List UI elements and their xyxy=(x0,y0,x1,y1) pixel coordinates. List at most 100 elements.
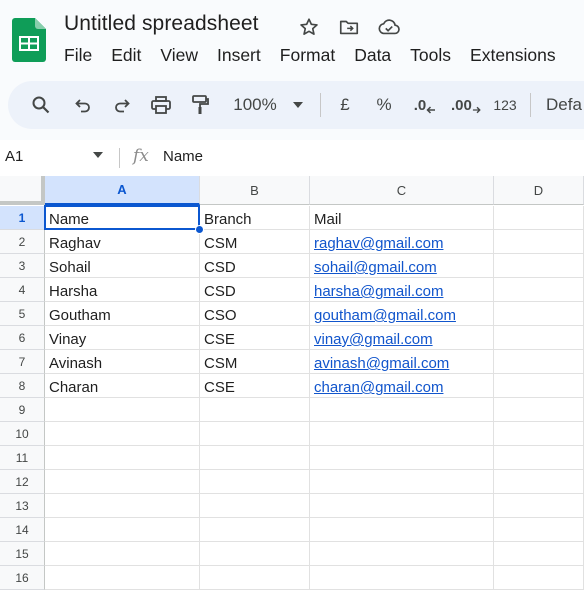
cell-c1[interactable]: Mail xyxy=(310,206,494,230)
cell-a1[interactable]: Name xyxy=(45,206,200,230)
row-header-13[interactable]: 13 xyxy=(0,494,45,518)
cell-d1[interactable] xyxy=(494,206,584,230)
star-icon[interactable] xyxy=(296,14,322,40)
cell-c4[interactable]: harsha@gmail.com xyxy=(310,278,494,302)
format-percent-button[interactable]: % xyxy=(372,81,396,129)
cell-c6[interactable]: vinay@gmail.com xyxy=(310,326,494,350)
cell-a2[interactable]: Raghav xyxy=(45,230,200,254)
cell-d13[interactable] xyxy=(494,494,584,518)
cell-b15[interactable] xyxy=(200,542,310,566)
cell-a15[interactable] xyxy=(45,542,200,566)
row-header-16[interactable]: 16 xyxy=(0,566,45,590)
row-header-5[interactable]: 5 xyxy=(0,302,45,326)
cell-a9[interactable] xyxy=(45,398,200,422)
menu-view[interactable]: View xyxy=(160,45,198,66)
cell-c2[interactable]: raghav@gmail.com xyxy=(310,230,494,254)
cell-a16[interactable] xyxy=(45,566,200,590)
cell-c13[interactable] xyxy=(310,494,494,518)
row-header-3[interactable]: 3 xyxy=(0,254,45,278)
cell-d9[interactable] xyxy=(494,398,584,422)
column-header-d[interactable]: D xyxy=(494,176,584,205)
more-formats-button[interactable]: 123 xyxy=(490,81,520,129)
cell-d12[interactable] xyxy=(494,470,584,494)
zoom-dropdown-icon[interactable] xyxy=(290,81,306,129)
cell-a11[interactable] xyxy=(45,446,200,470)
decrease-decimal-button[interactable]: .0 xyxy=(411,81,439,129)
undo-icon[interactable] xyxy=(70,81,96,129)
cell-d4[interactable] xyxy=(494,278,584,302)
cell-b10[interactable] xyxy=(200,422,310,446)
cell-b5[interactable]: CSO xyxy=(200,302,310,326)
cell-c9[interactable] xyxy=(310,398,494,422)
document-title[interactable]: Untitled spreadsheet xyxy=(64,12,259,36)
menu-edit[interactable]: Edit xyxy=(111,45,141,66)
cell-a14[interactable] xyxy=(45,518,200,542)
font-select[interactable]: Defa xyxy=(546,81,584,129)
menu-file[interactable]: File xyxy=(64,45,92,66)
cell-b1[interactable]: Branch xyxy=(200,206,310,230)
cell-b9[interactable] xyxy=(200,398,310,422)
cell-b4[interactable]: CSD xyxy=(200,278,310,302)
menu-insert[interactable]: Insert xyxy=(217,45,261,66)
cell-d10[interactable] xyxy=(494,422,584,446)
cell-c8[interactable]: charan@gmail.com xyxy=(310,374,494,398)
row-header-12[interactable]: 12 xyxy=(0,470,45,494)
cell-d16[interactable] xyxy=(494,566,584,590)
format-currency-button[interactable]: £ xyxy=(335,81,355,129)
cell-d3[interactable] xyxy=(494,254,584,278)
cell-a13[interactable] xyxy=(45,494,200,518)
row-header-6[interactable]: 6 xyxy=(0,326,45,350)
cloud-saved-icon[interactable] xyxy=(376,14,402,40)
cell-d15[interactable] xyxy=(494,542,584,566)
search-menus-icon[interactable] xyxy=(28,81,54,129)
cell-d5[interactable] xyxy=(494,302,584,326)
formula-input[interactable]: Name xyxy=(163,148,203,165)
cell-a4[interactable]: Harsha xyxy=(45,278,200,302)
row-header-1[interactable]: 1 xyxy=(0,206,45,230)
row-header-2[interactable]: 2 xyxy=(0,230,45,254)
column-header-b[interactable]: B xyxy=(200,176,310,205)
cell-d11[interactable] xyxy=(494,446,584,470)
cell-b13[interactable] xyxy=(200,494,310,518)
cell-b16[interactable] xyxy=(200,566,310,590)
row-header-9[interactable]: 9 xyxy=(0,398,45,422)
cell-d14[interactable] xyxy=(494,518,584,542)
row-header-11[interactable]: 11 xyxy=(0,446,45,470)
cell-a6[interactable]: Vinay xyxy=(45,326,200,350)
cell-b8[interactable]: CSE xyxy=(200,374,310,398)
menu-tools[interactable]: Tools xyxy=(410,45,451,66)
cell-c16[interactable] xyxy=(310,566,494,590)
name-box[interactable]: A1 xyxy=(5,148,23,165)
cell-b7[interactable]: CSM xyxy=(200,350,310,374)
cell-c5[interactable]: goutham@gmail.com xyxy=(310,302,494,326)
cell-c7[interactable]: avinash@gmail.com xyxy=(310,350,494,374)
move-to-folder-icon[interactable] xyxy=(336,14,362,40)
fill-handle[interactable] xyxy=(195,225,204,234)
cell-a5[interactable]: Goutham xyxy=(45,302,200,326)
cell-c10[interactable] xyxy=(310,422,494,446)
column-header-c[interactable]: C xyxy=(310,176,494,205)
cell-a10[interactable] xyxy=(45,422,200,446)
redo-icon[interactable] xyxy=(109,81,135,129)
menu-extensions[interactable]: Extensions xyxy=(470,45,556,66)
cell-b6[interactable]: CSE xyxy=(200,326,310,350)
cell-b12[interactable] xyxy=(200,470,310,494)
column-header-a[interactable]: A xyxy=(45,176,200,205)
cell-a3[interactable]: Sohail xyxy=(45,254,200,278)
cell-c12[interactable] xyxy=(310,470,494,494)
row-header-15[interactable]: 15 xyxy=(0,542,45,566)
cell-a12[interactable] xyxy=(45,470,200,494)
cell-d7[interactable] xyxy=(494,350,584,374)
cell-a8[interactable]: Charan xyxy=(45,374,200,398)
menu-format[interactable]: Format xyxy=(280,45,335,66)
cell-d8[interactable] xyxy=(494,374,584,398)
increase-decimal-button[interactable]: .00 xyxy=(451,81,481,129)
zoom-select[interactable]: 100% xyxy=(227,81,283,129)
select-all-corner[interactable] xyxy=(0,176,45,205)
cell-b14[interactable] xyxy=(200,518,310,542)
row-header-4[interactable]: 4 xyxy=(0,278,45,302)
name-box-dropdown-icon[interactable] xyxy=(93,152,103,158)
print-icon[interactable] xyxy=(148,81,174,129)
cell-d6[interactable] xyxy=(494,326,584,350)
cell-c15[interactable] xyxy=(310,542,494,566)
